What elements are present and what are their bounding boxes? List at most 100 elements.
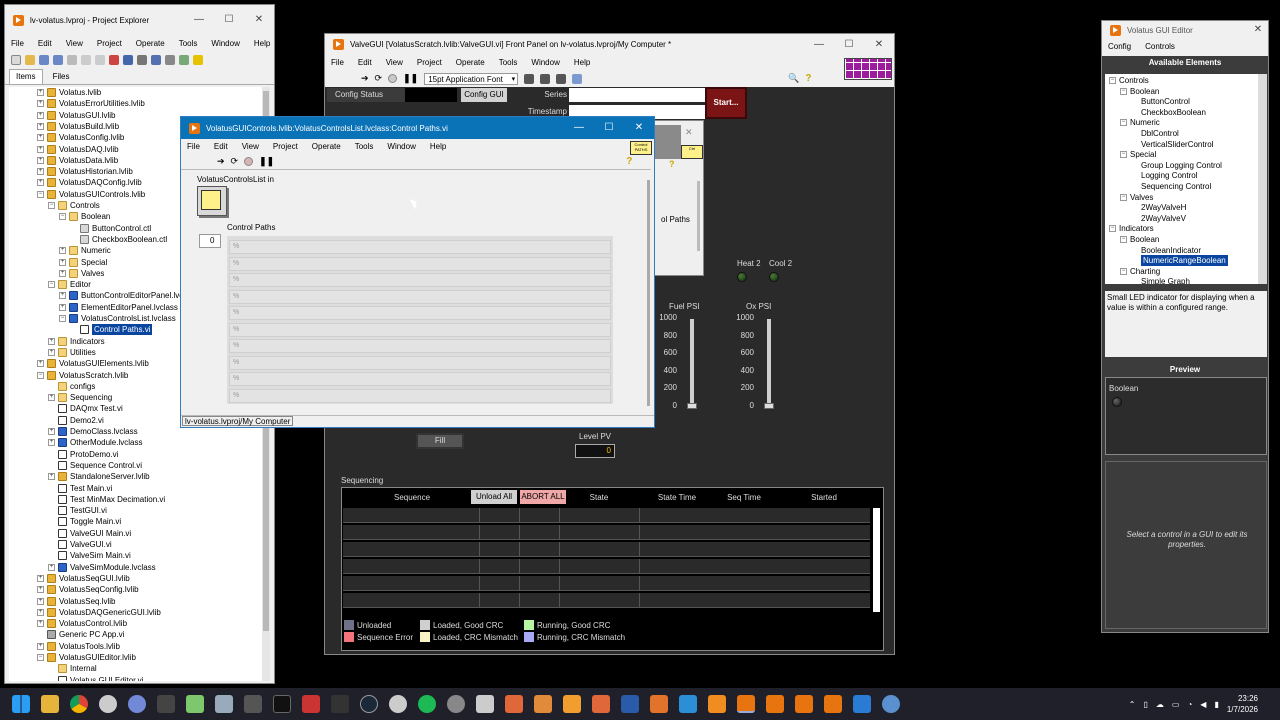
tree-item[interactable]: ValveSim Main.vi xyxy=(48,550,131,561)
edge-icon[interactable] xyxy=(853,695,871,713)
control-path-element[interactable]: % xyxy=(229,339,611,353)
terminal-icon[interactable] xyxy=(157,695,175,713)
tree-item[interactable]: + Utilities xyxy=(48,347,96,358)
expander-icon[interactable]: − xyxy=(37,190,44,198)
run-continuous-icon[interactable]: ⟳ xyxy=(231,156,239,167)
volume-icon[interactable]: ◀ xyxy=(1200,700,1206,709)
windows-start-icon[interactable] xyxy=(12,695,30,713)
tree-item[interactable]: + Special xyxy=(59,257,107,268)
expander-icon[interactable]: + xyxy=(48,428,55,435)
close-icon[interactable]: ✕ xyxy=(864,34,894,55)
tab-items[interactable]: Items xyxy=(9,69,43,84)
spotify-icon[interactable] xyxy=(418,695,436,713)
expander-icon[interactable]: − xyxy=(59,315,66,322)
tree-item[interactable]: ButtonControl.ctl xyxy=(70,223,151,234)
labview-window3-icon[interactable] xyxy=(795,695,813,713)
expander-icon[interactable]: + xyxy=(37,586,44,594)
settings-icon[interactable] xyxy=(882,695,900,713)
element-item[interactable]: Logging Control xyxy=(1131,170,1197,181)
dependencies-icon[interactable] xyxy=(179,55,189,65)
gui-editor-window[interactable]: Volatus GUI Editor ✕ Config Controls Avai… xyxy=(1101,20,1269,633)
expander-icon[interactable]: + xyxy=(48,563,55,571)
tree-item[interactable]: − VolatusGUIControls.lvlib xyxy=(37,189,145,200)
tree-item[interactable]: + Valves xyxy=(59,268,104,279)
warning-icon[interactable] xyxy=(193,55,203,65)
fill-button[interactable]: Fill xyxy=(416,433,464,449)
menu-item-edit[interactable]: Edit xyxy=(358,58,372,67)
tree-item[interactable]: Test Main.vi xyxy=(48,483,112,494)
element-item[interactable]: Simple Graph xyxy=(1131,276,1190,284)
chevron-up-icon[interactable]: ⌃ xyxy=(1129,700,1136,709)
tree-item[interactable]: + VolatusGUI.lvlib xyxy=(37,110,115,121)
tree-item[interactable]: ValveGUI.vi xyxy=(48,539,112,550)
ox-psi-slider-thumb[interactable] xyxy=(764,403,774,409)
expander-icon[interactable]: − xyxy=(1120,151,1127,159)
control-path-element[interactable]: % xyxy=(229,273,611,287)
tree-item[interactable]: + ValveSimModule.lvclass xyxy=(48,562,156,573)
save-icon[interactable] xyxy=(39,55,49,65)
element-item[interactable]: − Boolean xyxy=(1120,86,1159,97)
menu-item-edit[interactable]: Edit xyxy=(214,142,228,151)
control-paths-vscroll[interactable] xyxy=(647,180,650,406)
sequence-row[interactable] xyxy=(343,508,870,523)
expander-icon[interactable]: − xyxy=(1120,236,1127,243)
config-gui-button[interactable]: Config GUI xyxy=(461,88,507,102)
recording-icon[interactable] xyxy=(302,695,320,713)
tree-item[interactable]: + VolatusDAQGenericGUI.lvlib xyxy=(37,607,161,618)
expander-icon[interactable]: − xyxy=(1109,225,1116,233)
tree-item[interactable]: + VolatusConfig.lvlib xyxy=(37,132,124,143)
sequence-row[interactable] xyxy=(343,559,870,574)
expander-icon[interactable]: + xyxy=(48,348,55,356)
file-explorer-icon[interactable] xyxy=(41,695,59,713)
element-item[interactable]: CheckboxBoolean xyxy=(1131,107,1206,118)
element-item[interactable]: DblControl xyxy=(1131,128,1179,139)
expander-icon[interactable]: + xyxy=(37,574,44,582)
expander-icon[interactable]: + xyxy=(37,642,44,650)
expander-icon[interactable]: + xyxy=(59,269,66,277)
expander-icon[interactable]: + xyxy=(37,111,44,119)
element-item[interactable]: 2WayValveH xyxy=(1131,202,1186,213)
tree-item[interactable]: Test MinMax Decimation.vi xyxy=(48,494,165,505)
tree-item[interactable]: − VolatusGUIEditor.lvlib xyxy=(37,652,136,663)
expander-icon[interactable]: − xyxy=(59,213,66,221)
menu-item-window[interactable]: Window xyxy=(531,58,559,67)
abort-icon[interactable] xyxy=(388,74,398,83)
element-item-selected[interactable]: NumericRangeBoolean xyxy=(1131,255,1228,267)
powershell-icon[interactable] xyxy=(331,695,349,713)
run-arrow-icon[interactable]: ➔ xyxy=(217,156,225,167)
tree-item[interactable]: + VolatusDAQ.lvlib xyxy=(37,144,119,155)
tree-item[interactable]: CheckboxBoolean.ctl xyxy=(70,234,167,245)
distribute-objects-icon[interactable] xyxy=(540,73,551,84)
chrome-icon[interactable] xyxy=(70,695,88,713)
expander-icon[interactable]: + xyxy=(59,258,66,266)
element-item[interactable]: − Valves xyxy=(1120,192,1153,203)
tree-item[interactable]: + DemoClass.lvclass xyxy=(48,426,138,437)
tree-item[interactable]: + Volatus.lvlib xyxy=(37,87,101,98)
labview-project-icon[interactable] xyxy=(592,695,610,713)
delete-icon[interactable] xyxy=(109,55,119,65)
photos-icon[interactable] xyxy=(215,695,233,713)
github-icon[interactable] xyxy=(99,695,117,713)
tree-item[interactable]: + Indicators xyxy=(48,336,105,347)
tree-item[interactable]: + OtherModule.lvclass xyxy=(48,437,142,448)
expander-icon[interactable]: + xyxy=(48,439,55,447)
background-vi-scrollbar[interactable] xyxy=(697,181,700,251)
vscode-icon[interactable] xyxy=(679,695,697,713)
menu-item-view[interactable]: View xyxy=(386,58,403,67)
expander-icon[interactable]: − xyxy=(37,371,44,379)
element-item[interactable]: 2WayValveV xyxy=(1131,213,1186,224)
tree-item[interactable]: + VolatusSeqGUI.lvlib xyxy=(37,573,130,584)
element-item[interactable]: Sequencing Control xyxy=(1131,181,1211,192)
app-icon[interactable] xyxy=(476,695,494,713)
expander-icon[interactable]: + xyxy=(37,100,44,108)
expander-icon[interactable]: + xyxy=(37,620,44,628)
sequencing-table[interactable]: Sequence Unload All ABORT ALL State Stat… xyxy=(341,487,884,651)
align-objects-icon[interactable] xyxy=(524,73,535,84)
sequence-row[interactable] xyxy=(343,542,870,557)
element-item[interactable]: − Boolean xyxy=(1120,234,1159,245)
control-paths-titlebar[interactable]: VolatusGUIControls.lvlib:VolatusControls… xyxy=(181,117,654,139)
tree-item[interactable]: Volatus GUI Editor.vi xyxy=(48,675,143,681)
expander-icon[interactable]: + xyxy=(59,303,66,311)
background-vi-window[interactable]: ✕ Ctrl ? ol Paths xyxy=(650,120,704,276)
cloud-icon[interactable]: ☁ xyxy=(1156,700,1164,709)
